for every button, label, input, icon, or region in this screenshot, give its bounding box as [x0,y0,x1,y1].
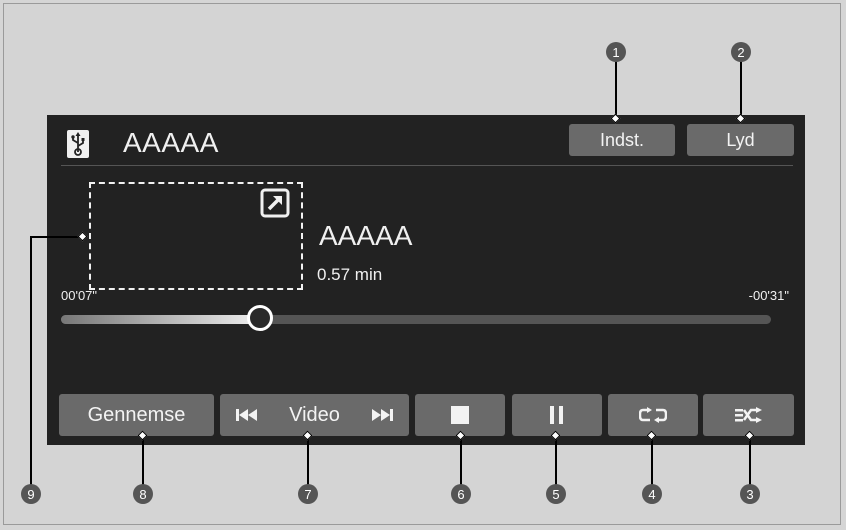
callout-line-2 [740,59,742,119]
callout-badge-3: 3 [740,484,760,504]
callout-line-7 [307,438,309,486]
callout-badge-4: 4 [642,484,662,504]
stop-icon [451,406,469,424]
skip-previous-icon[interactable] [236,408,258,422]
callout-line-8 [142,438,144,486]
callout-badge-1: 1 [606,42,626,62]
callout-line-6 [460,438,462,486]
progress-handle[interactable] [246,305,273,331]
progress-bar[interactable] [61,305,771,331]
callout-badge-6: 6 [451,484,471,504]
skip-next-icon[interactable] [371,408,393,422]
callout-line-9-vertical [30,236,32,486]
pause-button[interactable] [512,394,602,436]
shuffle-icon [734,407,762,423]
callout-line-5 [555,438,557,486]
callout-line-9-horizontal [30,236,82,238]
callout-badge-8: 8 [133,484,153,504]
usb-icon [67,130,89,158]
callout-line-1 [615,59,617,119]
callout-badge-9: 9 [21,484,41,504]
callout-badge-2: 2 [731,42,751,62]
elapsed-time: 00'07" [61,288,98,303]
video-button[interactable]: Video [220,394,409,436]
callout-line-3 [749,438,751,486]
settings-button[interactable]: Indst. [569,124,675,156]
audio-screen: AAAAA Indst. Lyd AAAAA 0.57 min 00'07" -… [47,115,805,445]
remaining-time: -00'31" [748,288,789,303]
video-label: Video [289,403,340,426]
browse-button[interactable]: Gennemse [59,394,214,436]
repeat-button[interactable] [608,394,698,436]
open-external-icon[interactable] [260,188,290,218]
progress-fill [61,315,260,324]
callout-badge-5: 5 [546,484,566,504]
callout-badge-7: 7 [298,484,318,504]
track-duration: 0.57 min [317,265,383,284]
callout-line-4 [651,438,653,486]
page-title: AAAAA [123,127,219,158]
sound-button[interactable]: Lyd [687,124,794,156]
pause-icon [550,406,563,424]
header-divider [61,165,793,166]
repeat-icon [639,407,667,423]
title-bar: AAAAA Indst. Lyd [47,115,805,165]
track-title: AAAAA [319,220,413,251]
